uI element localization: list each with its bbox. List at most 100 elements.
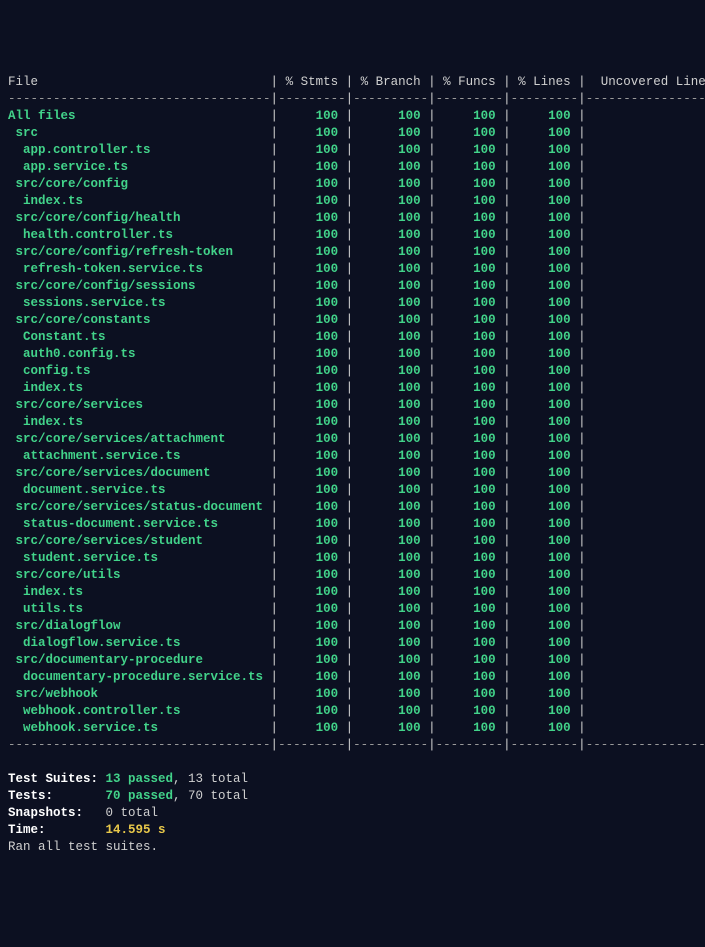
lines-cell: 100 [511, 432, 579, 446]
lines-cell: 100 [511, 160, 579, 174]
funcs-cell: 100 [436, 143, 504, 157]
stmts-cell: 100 [278, 398, 346, 412]
funcs-cell: 100 [436, 245, 504, 259]
col-uncovered: Uncovered Line #s [586, 75, 705, 89]
lines-cell: 100 [511, 483, 579, 497]
file-cell: app.controller.ts [8, 143, 271, 157]
funcs-cell: 100 [436, 687, 504, 701]
uncovered-cell [586, 670, 705, 684]
funcs-cell: 100 [436, 619, 504, 633]
file-cell: src/webhook [8, 687, 271, 701]
branch-cell: 100 [353, 500, 428, 514]
stmts-cell: 100 [278, 449, 346, 463]
lines-cell: 100 [511, 296, 579, 310]
lines-cell: 100 [511, 551, 579, 565]
branch-cell: 100 [353, 143, 428, 157]
summary-tests-passed: 70 passed [106, 789, 174, 803]
stmts-cell: 100 [278, 500, 346, 514]
stmts-cell: 100 [278, 670, 346, 684]
file-cell: index.ts [8, 194, 271, 208]
lines-cell: 100 [511, 517, 579, 531]
stmts-cell: 100 [278, 228, 346, 242]
uncovered-cell [586, 568, 705, 582]
funcs-cell: 100 [436, 347, 504, 361]
stmts-cell: 100 [278, 568, 346, 582]
uncovered-cell [586, 109, 705, 123]
file-cell: All files [8, 109, 271, 123]
file-cell: index.ts [8, 381, 271, 395]
stmts-cell: 100 [278, 466, 346, 480]
funcs-cell: 100 [436, 704, 504, 718]
file-cell: src/core/config/refresh-token [8, 245, 271, 259]
file-cell: status-document.service.ts [8, 517, 271, 531]
summary-tests-total: , 70 total [173, 789, 248, 803]
stmts-cell: 100 [278, 415, 346, 429]
uncovered-cell [586, 262, 705, 276]
branch-cell: 100 [353, 279, 428, 293]
funcs-cell: 100 [436, 313, 504, 327]
stmts-cell: 100 [278, 619, 346, 633]
summary-suites-passed: 13 passed [106, 772, 174, 786]
summary-suites-total: , 13 total [173, 772, 248, 786]
file-cell: app.service.ts [8, 160, 271, 174]
file-cell: document.service.ts [8, 483, 271, 497]
lines-cell: 100 [511, 500, 579, 514]
summary-snapshots-label: Snapshots: [8, 806, 106, 820]
funcs-cell: 100 [436, 398, 504, 412]
branch-cell: 100 [353, 602, 428, 616]
lines-cell: 100 [511, 585, 579, 599]
branch-cell: 100 [353, 160, 428, 174]
funcs-cell: 100 [436, 109, 504, 123]
funcs-cell: 100 [436, 568, 504, 582]
lines-cell: 100 [511, 245, 579, 259]
branch-cell: 100 [353, 721, 428, 735]
funcs-cell: 100 [436, 602, 504, 616]
summary-suites-label: Test Suites: [8, 772, 106, 786]
lines-cell: 100 [511, 211, 579, 225]
file-cell: src/core/services/student [8, 534, 271, 548]
stmts-cell: 100 [278, 602, 346, 616]
col-lines: % Lines [511, 75, 579, 89]
file-cell: src/core/config/health [8, 211, 271, 225]
terminal-output: File | % Stmts | % Branch | % Funcs | % … [8, 74, 697, 856]
file-cell: utils.ts [8, 602, 271, 616]
uncovered-cell [586, 449, 705, 463]
lines-cell: 100 [511, 602, 579, 616]
stmts-cell: 100 [278, 211, 346, 225]
branch-cell: 100 [353, 330, 428, 344]
file-cell: src/core/services/attachment [8, 432, 271, 446]
uncovered-cell [586, 211, 705, 225]
funcs-cell: 100 [436, 364, 504, 378]
uncovered-cell [586, 653, 705, 667]
stmts-cell: 100 [278, 653, 346, 667]
funcs-cell: 100 [436, 653, 504, 667]
file-cell: health.controller.ts [8, 228, 271, 242]
uncovered-cell [586, 313, 705, 327]
funcs-cell: 100 [436, 585, 504, 599]
lines-cell: 100 [511, 177, 579, 191]
funcs-cell: 100 [436, 228, 504, 242]
lines-cell: 100 [511, 347, 579, 361]
file-cell: documentary-procedure.service.ts [8, 670, 271, 684]
funcs-cell: 100 [436, 500, 504, 514]
uncovered-cell [586, 500, 705, 514]
lines-cell: 100 [511, 670, 579, 684]
branch-cell: 100 [353, 568, 428, 582]
uncovered-cell [586, 704, 705, 718]
lines-cell: 100 [511, 704, 579, 718]
funcs-cell: 100 [436, 381, 504, 395]
file-cell: index.ts [8, 585, 271, 599]
branch-cell: 100 [353, 381, 428, 395]
funcs-cell: 100 [436, 534, 504, 548]
summary-tests-label: Tests: [8, 789, 106, 803]
branch-cell: 100 [353, 296, 428, 310]
file-cell: src/core/services/status-document [8, 500, 271, 514]
uncovered-cell [586, 432, 705, 446]
branch-cell: 100 [353, 687, 428, 701]
funcs-cell: 100 [436, 415, 504, 429]
funcs-cell: 100 [436, 330, 504, 344]
branch-cell: 100 [353, 126, 428, 140]
stmts-cell: 100 [278, 279, 346, 293]
summary-time-label: Time: [8, 823, 106, 837]
file-cell: src/core/services [8, 398, 271, 412]
